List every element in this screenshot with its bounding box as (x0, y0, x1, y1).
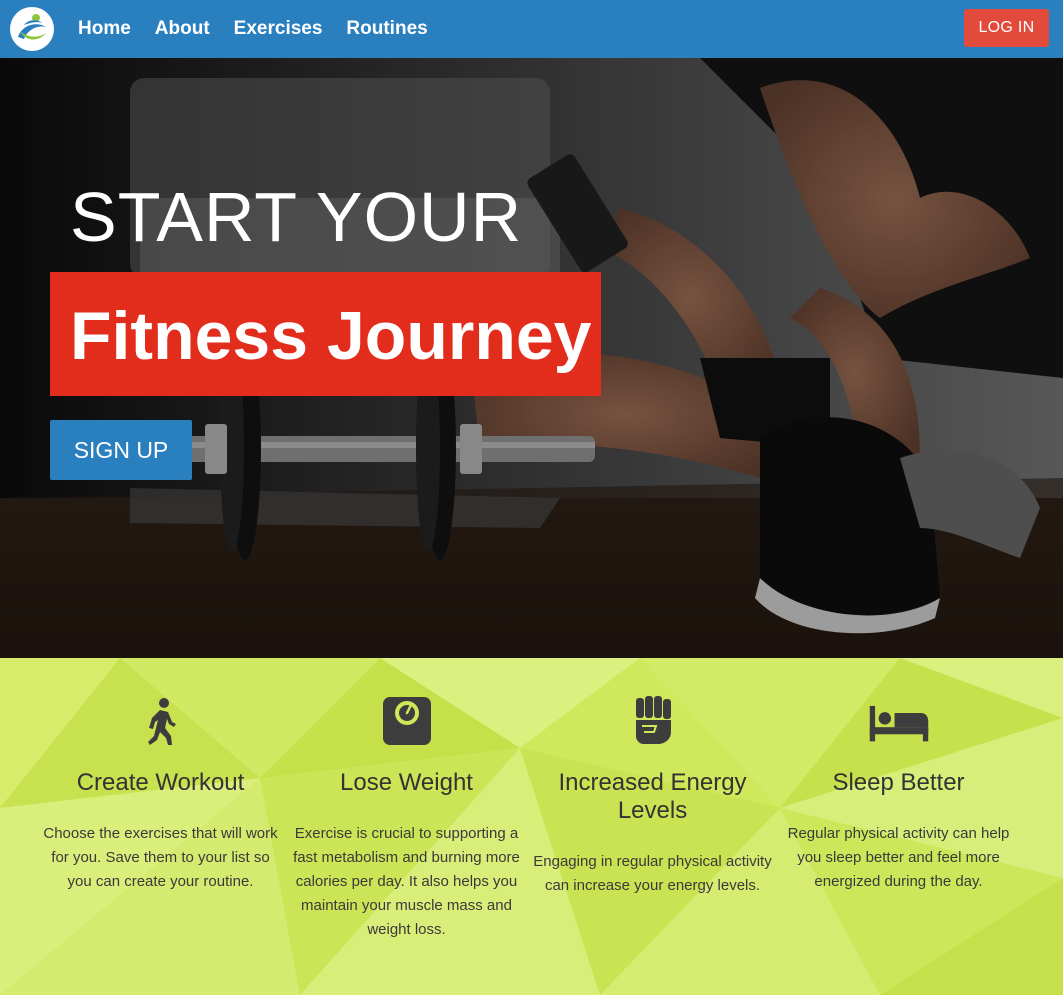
nav-link-about[interactable]: About (155, 18, 210, 40)
weight-scale-icon (382, 697, 431, 745)
nav-link-routines[interactable]: Routines (346, 18, 427, 40)
bed-icon (869, 705, 928, 742)
hero-heading-line1: START YOUR (70, 178, 523, 256)
feature-title: Sleep Better (832, 769, 965, 796)
features-section: Create Workout Choose the exercises that… (0, 658, 1063, 995)
fist-icon (635, 696, 671, 744)
nav-link-home[interactable]: Home (78, 18, 131, 40)
feature-title: Increased Energy Levels (558, 769, 747, 824)
feature-text: Regular physical activity can help you s… (787, 825, 1010, 890)
feature-text: Engaging in regular physical activity ca… (533, 853, 772, 894)
nav-link-exercises[interactable]: Exercises (234, 18, 323, 40)
nav-links: Home About Exercises Routines (78, 0, 428, 58)
top-navbar: Home About Exercises Routines LOG IN (0, 0, 1063, 58)
walking-person-icon (147, 698, 176, 745)
feature-text: Choose the exercises that will work for … (43, 825, 278, 890)
runner-logo-icon[interactable] (10, 7, 54, 51)
feature-title: Create Workout (76, 769, 245, 796)
signup-button[interactable]: SIGN UP (50, 420, 192, 480)
hero-banner: START YOUR Fitness Journey SIGN UP (0, 58, 1063, 658)
feature-text: Exercise is crucial to supporting a fast… (293, 825, 520, 938)
login-button[interactable]: LOG IN (964, 9, 1049, 47)
hero-heading-line2: Fitness Journey (70, 298, 592, 374)
feature-title: Lose Weight (340, 769, 473, 796)
